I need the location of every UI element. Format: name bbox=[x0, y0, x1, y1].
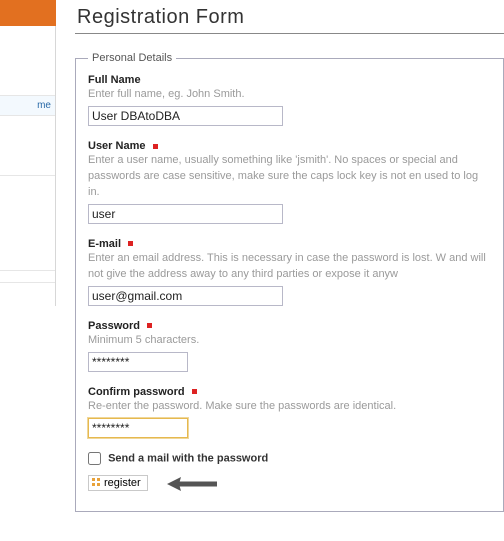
sidebar-divider bbox=[55, 26, 56, 306]
username-hint: Enter a user name, usually something lik… bbox=[88, 153, 491, 201]
main-content: Registration Form Personal Details Full … bbox=[75, 0, 504, 512]
orange-header-bar bbox=[0, 0, 56, 26]
send-mail-checkbox-row: Send a mail with the password bbox=[88, 452, 491, 465]
personal-details-fieldset: Personal Details Full Name Enter full na… bbox=[75, 52, 504, 512]
confirm-password-input[interactable] bbox=[88, 418, 188, 438]
field-email: E-mail Enter an email address. This is n… bbox=[88, 238, 491, 306]
send-mail-label[interactable]: Send a mail with the password bbox=[108, 452, 268, 464]
email-label: E-mail bbox=[88, 238, 121, 250]
confirm-password-hint: Re-enter the password. Make sure the pas… bbox=[88, 399, 491, 415]
required-indicator-icon bbox=[147, 323, 152, 328]
sidebar-separator bbox=[0, 282, 55, 283]
left-sidebar: me bbox=[0, 0, 56, 541]
pointer-arrow-icon bbox=[165, 475, 217, 493]
sidebar-item-label: me bbox=[37, 100, 51, 111]
password-hint: Minimum 5 characters. bbox=[88, 333, 491, 349]
fullname-hint: Enter full name, eg. John Smith. bbox=[88, 87, 491, 103]
email-hint: Enter an email address. This is necessar… bbox=[88, 251, 491, 283]
send-mail-checkbox[interactable] bbox=[88, 452, 101, 465]
fullname-input[interactable] bbox=[88, 106, 283, 126]
register-button[interactable]: register bbox=[88, 475, 148, 491]
required-indicator-icon bbox=[153, 144, 158, 149]
username-input[interactable] bbox=[88, 204, 283, 224]
sidebar-separator bbox=[0, 175, 55, 176]
confirm-password-label: Confirm password bbox=[88, 386, 185, 398]
register-icon bbox=[92, 478, 101, 487]
required-indicator-icon bbox=[128, 241, 133, 246]
fullname-label: Full Name bbox=[88, 74, 141, 86]
sidebar-item-me[interactable]: me bbox=[0, 95, 55, 116]
field-password: Password Minimum 5 characters. bbox=[88, 320, 491, 372]
page-title: Registration Form bbox=[75, 0, 504, 34]
field-fullname: Full Name Enter full name, eg. John Smit… bbox=[88, 74, 491, 126]
sidebar-separator bbox=[0, 270, 55, 271]
field-confirm-password: Confirm password Re-enter the password. … bbox=[88, 386, 491, 438]
required-indicator-icon bbox=[192, 389, 197, 394]
password-input[interactable] bbox=[88, 352, 188, 372]
fieldset-legend: Personal Details bbox=[88, 52, 176, 64]
email-input[interactable] bbox=[88, 286, 283, 306]
password-label: Password bbox=[88, 320, 140, 332]
username-label: User Name bbox=[88, 140, 145, 152]
field-username: User Name Enter a user name, usually som… bbox=[88, 140, 491, 224]
register-button-label: register bbox=[104, 477, 141, 489]
